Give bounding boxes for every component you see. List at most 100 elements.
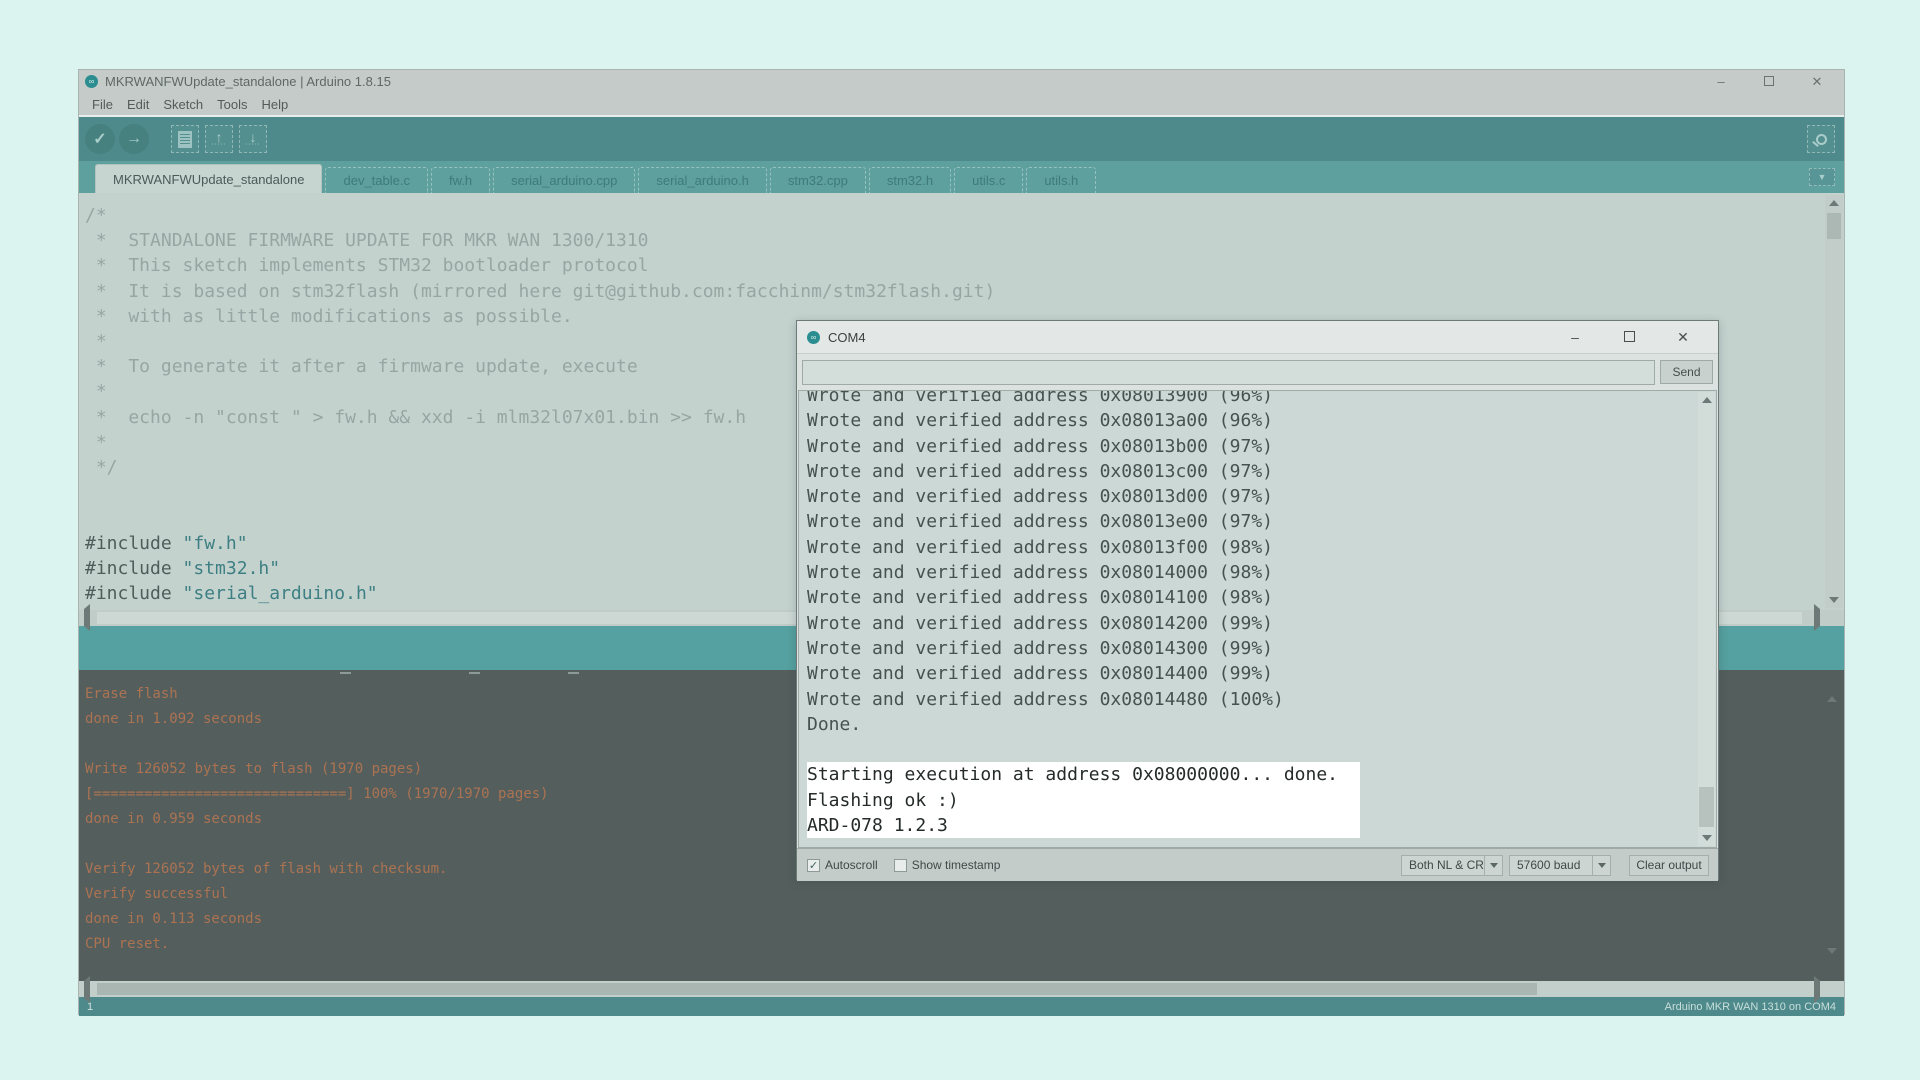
send-button[interactable]: Send <box>1660 360 1713 384</box>
console-scroll-up-icon[interactable] <box>1827 676 1837 701</box>
scroll-down-icon[interactable] <box>1825 592 1843 608</box>
close-button[interactable]: ✕ <box>1810 74 1824 90</box>
board-port-status: Arduino MKR WAN 1310 on COM4 <box>1665 1001 1836 1013</box>
serial-line: Wrote and verified address 0x08014300 (9… <box>807 636 1696 661</box>
serial-output-text[interactable]: Wrote and verified address 0x08013900 (9… <box>807 390 1696 838</box>
serial-output-area[interactable]: Wrote and verified address 0x08013900 (9… <box>798 390 1717 848</box>
serial-minimize-button[interactable]: – <box>1568 329 1582 345</box>
serial-line: Starting execution at address 0x08000000… <box>807 762 1360 787</box>
menu-item-sketch[interactable]: Sketch <box>156 94 210 115</box>
console-line: Verify successful <box>85 882 1814 907</box>
code-line: /* <box>85 203 1818 228</box>
serial-close-button[interactable]: ✕ <box>1676 329 1690 346</box>
console-scroll-down-icon[interactable] <box>1827 950 1837 975</box>
serial-line: Wrote and verified address 0x08013d00 (9… <box>807 484 1696 509</box>
menu-item-edit[interactable]: Edit <box>120 94 156 115</box>
check-icon: ✓ <box>93 129 106 149</box>
ide-window-title: MKRWANFWUpdate_standalone | Arduino 1.8.… <box>105 74 391 89</box>
tab-bar: MKRWANFWUpdate_standalonedev_table.cfw.h… <box>79 161 1844 193</box>
serial-monitor-button[interactable] <box>1807 125 1835 153</box>
menu-item-file[interactable]: File <box>85 94 120 115</box>
code-token: /* <box>85 205 107 226</box>
serial-line <box>807 737 1696 762</box>
document-icon <box>178 131 192 148</box>
console-line: done in 0.113 seconds <box>85 907 1814 932</box>
code-token: * To generate it after a firmware update… <box>85 356 638 377</box>
code-token: "stm32.h" <box>183 558 281 579</box>
verify-button[interactable]: ✓ <box>85 124 115 154</box>
upload-button[interactable]: → <box>119 124 149 154</box>
serial-bottom-bar: ✓ Autoscroll Show timestamp Both NL & CR… <box>797 848 1718 881</box>
scroll-up-icon[interactable] <box>1825 195 1843 211</box>
tab-MKRWANFWUpdate_standalone[interactable]: MKRWANFWUpdate_standalone <box>95 164 322 193</box>
serial-scroll-down-icon[interactable] <box>1698 830 1715 846</box>
serial-send-row: Send <box>797 354 1718 390</box>
console-line: CPU reset. <box>85 932 1814 957</box>
new-sketch-button[interactable] <box>171 125 199 153</box>
code-token: * <box>85 331 107 352</box>
baud-rate-dropdown[interactable]: 57600 baud <box>1509 855 1611 876</box>
tab-utils.c[interactable]: utils.c <box>954 167 1023 193</box>
line-ending-value: Both NL & CR <box>1402 858 1484 872</box>
editor-vscroll-thumb[interactable] <box>1827 213 1841 239</box>
code-token: * This sketch implements STM32 bootloade… <box>85 255 649 276</box>
menu-item-tools[interactable]: Tools <box>210 94 254 115</box>
tab-fw.h[interactable]: fw.h <box>431 167 490 193</box>
timestamp-checkbox[interactable] <box>894 859 907 872</box>
code-token: * <box>85 432 107 453</box>
serial-vscroll-thumb[interactable] <box>1699 787 1714 827</box>
chevron-down-icon <box>1592 856 1610 875</box>
line-ending-dropdown[interactable]: Both NL & CR <box>1401 855 1503 876</box>
tab-utils.h[interactable]: utils.h <box>1026 167 1096 193</box>
ide-title-bar: ∞ MKRWANFWUpdate_standalone | Arduino 1.… <box>79 70 1844 93</box>
serial-line: Wrote and verified address 0x08013b00 (9… <box>807 434 1696 459</box>
serial-vertical-scrollbar[interactable] <box>1698 392 1715 846</box>
console-horizontal-scrollbar[interactable] <box>79 981 1844 997</box>
autoscroll-checkbox-group[interactable]: ✓ Autoscroll <box>807 858 878 872</box>
open-button[interactable]: ↑····· <box>205 125 233 153</box>
serial-line: Wrote and verified address 0x08014400 (9… <box>807 661 1696 686</box>
tab-stm32.h[interactable]: stm32.h <box>869 167 951 193</box>
editor-vertical-scrollbar[interactable] <box>1825 195 1843 608</box>
magnifier-icon <box>1816 134 1827 145</box>
code-token: #include <box>85 583 183 604</box>
chevron-down-icon <box>1484 856 1502 875</box>
status-bar: 1 Arduino MKR WAN 1310 on COM4 <box>79 997 1844 1016</box>
timestamp-checkbox-group[interactable]: Show timestamp <box>894 858 1001 872</box>
scroll-left-icon[interactable] <box>84 609 90 627</box>
maximize-button[interactable] <box>1764 76 1774 86</box>
serial-maximize-button[interactable] <box>1624 331 1635 342</box>
scroll-right-icon[interactable] <box>1814 609 1820 627</box>
serial-line: Wrote and verified address 0x08013e00 (9… <box>807 509 1696 534</box>
serial-line: Wrote and verified address 0x08013a00 (9… <box>807 408 1696 433</box>
code-token: #include <box>85 533 183 554</box>
code-token: #include <box>85 558 183 579</box>
save-button[interactable]: ↓····· <box>239 125 267 153</box>
serial-window-title: COM4 <box>828 330 866 345</box>
serial-line: Wrote and verified address 0x08014000 (9… <box>807 560 1696 585</box>
tab-dev_table.c[interactable]: dev_table.c <box>325 167 428 193</box>
console-scroll-left-icon[interactable] <box>84 981 90 999</box>
serial-line: Flashing ok :) <box>807 788 1360 813</box>
autoscroll-checkbox[interactable]: ✓ <box>807 859 820 872</box>
tab-overflow-dropdown-button[interactable]: ▼ <box>1809 168 1835 186</box>
menu-item-help[interactable]: Help <box>254 94 295 115</box>
arduino-logo-icon: ∞ <box>807 331 820 344</box>
serial-line: Done. <box>807 712 1696 737</box>
serial-message-input[interactable] <box>802 360 1655 385</box>
minimize-button[interactable]: – <box>1714 74 1728 89</box>
tab-serial_arduino.cpp[interactable]: serial_arduino.cpp <box>493 167 635 193</box>
arduino-logo-icon: ∞ <box>85 75 98 88</box>
console-scroll-right-icon[interactable] <box>1814 981 1820 999</box>
code-token: "serial_arduino.h" <box>183 583 378 604</box>
code-token: * <box>85 381 107 402</box>
serial-scroll-up-icon[interactable] <box>1698 392 1715 408</box>
tab-stm32.cpp[interactable]: stm32.cpp <box>770 167 866 193</box>
serial-line: Wrote and verified address 0x08013c00 (9… <box>807 459 1696 484</box>
serial-line: Wrote and verified address 0x08014100 (9… <box>807 585 1696 610</box>
menu-bar: FileEditSketchToolsHelp <box>79 93 1844 117</box>
toolbar: ✓ → ↑·····↓····· <box>79 117 1844 161</box>
clear-output-button[interactable]: Clear output <box>1629 855 1709 876</box>
console-hscroll-thumb[interactable] <box>97 983 1537 995</box>
tab-serial_arduino.h[interactable]: serial_arduino.h <box>638 167 767 193</box>
